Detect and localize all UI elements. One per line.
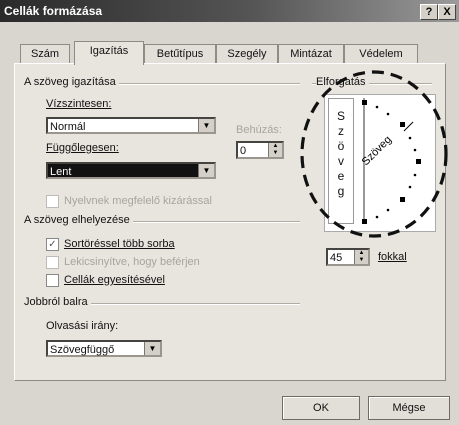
horizontal-value: Normál — [50, 121, 86, 133]
chevron-down-icon[interactable]: ▼ — [144, 342, 160, 355]
indent-label: Behúzás: — [236, 124, 282, 136]
close-button[interactable]: X — [438, 4, 456, 20]
section-text-control: A szöveg elhelyezése — [24, 214, 133, 226]
tab-border[interactable]: Szegély — [216, 44, 278, 64]
section-text-alignment: A szöveg igazítása — [24, 76, 119, 88]
section-right-to-left: Jobbról balra — [24, 296, 91, 308]
spinner-arrows-icon[interactable]: ▲ ▼ — [354, 250, 368, 264]
indent-value: 0 — [240, 145, 247, 157]
window-title: Cellák formázása — [4, 4, 103, 18]
title-bar: Cellák formázása ? X — [0, 0, 459, 22]
vertical-select[interactable]: Lent ▼ — [46, 162, 216, 179]
justify-label: Nyelvnek megfelelő kizárással — [64, 195, 212, 207]
wrap-text-checkbox[interactable]: ✓ — [46, 238, 59, 251]
wrap-text-label: Sortöréssel több sorba — [64, 238, 175, 250]
text-direction-value: Szövegfüggő — [50, 344, 115, 356]
merge-cells-label: Cellák egyesítésével — [64, 274, 165, 286]
spinner-arrows-icon[interactable]: ▲ ▼ — [268, 143, 282, 157]
degrees-spinner[interactable]: 45 ▲ ▼ — [326, 248, 370, 266]
text-direction-label: Olvasási irány: — [46, 320, 119, 332]
merge-cells-checkbox[interactable] — [46, 274, 59, 287]
justify-checkbox[interactable] — [46, 195, 59, 208]
tab-number[interactable]: Szám — [20, 44, 70, 64]
horizontal-label: Vízszintesen: — [46, 98, 112, 110]
vertical-label: Függőlegesen: — [46, 142, 119, 154]
indent-spinner[interactable]: 0 ▲ ▼ — [236, 141, 284, 159]
tab-alignment[interactable]: Igazítás — [74, 41, 144, 65]
tab-font[interactable]: Betűtípus — [144, 44, 216, 64]
ok-button[interactable]: OK — [282, 396, 360, 420]
help-button[interactable]: ? — [420, 4, 438, 20]
shrink-checkbox[interactable] — [46, 256, 59, 269]
horizontal-select[interactable]: Normál ▼ — [46, 117, 216, 134]
shrink-label: Lekicsinyítve, hogy beférjen — [64, 256, 200, 268]
dashed-circle-annotation — [300, 70, 448, 238]
chevron-down-icon[interactable]: ▼ — [198, 119, 214, 132]
annotation-ellipse — [300, 70, 448, 238]
chevron-down-icon[interactable]: ▼ — [198, 164, 214, 177]
vertical-value: Lent — [50, 166, 72, 178]
cancel-button[interactable]: Mégse — [368, 396, 450, 420]
text-direction-select[interactable]: Szövegfüggő ▼ — [46, 340, 162, 357]
degrees-label: fokkal — [378, 251, 407, 263]
degrees-value: 45 — [330, 252, 343, 264]
